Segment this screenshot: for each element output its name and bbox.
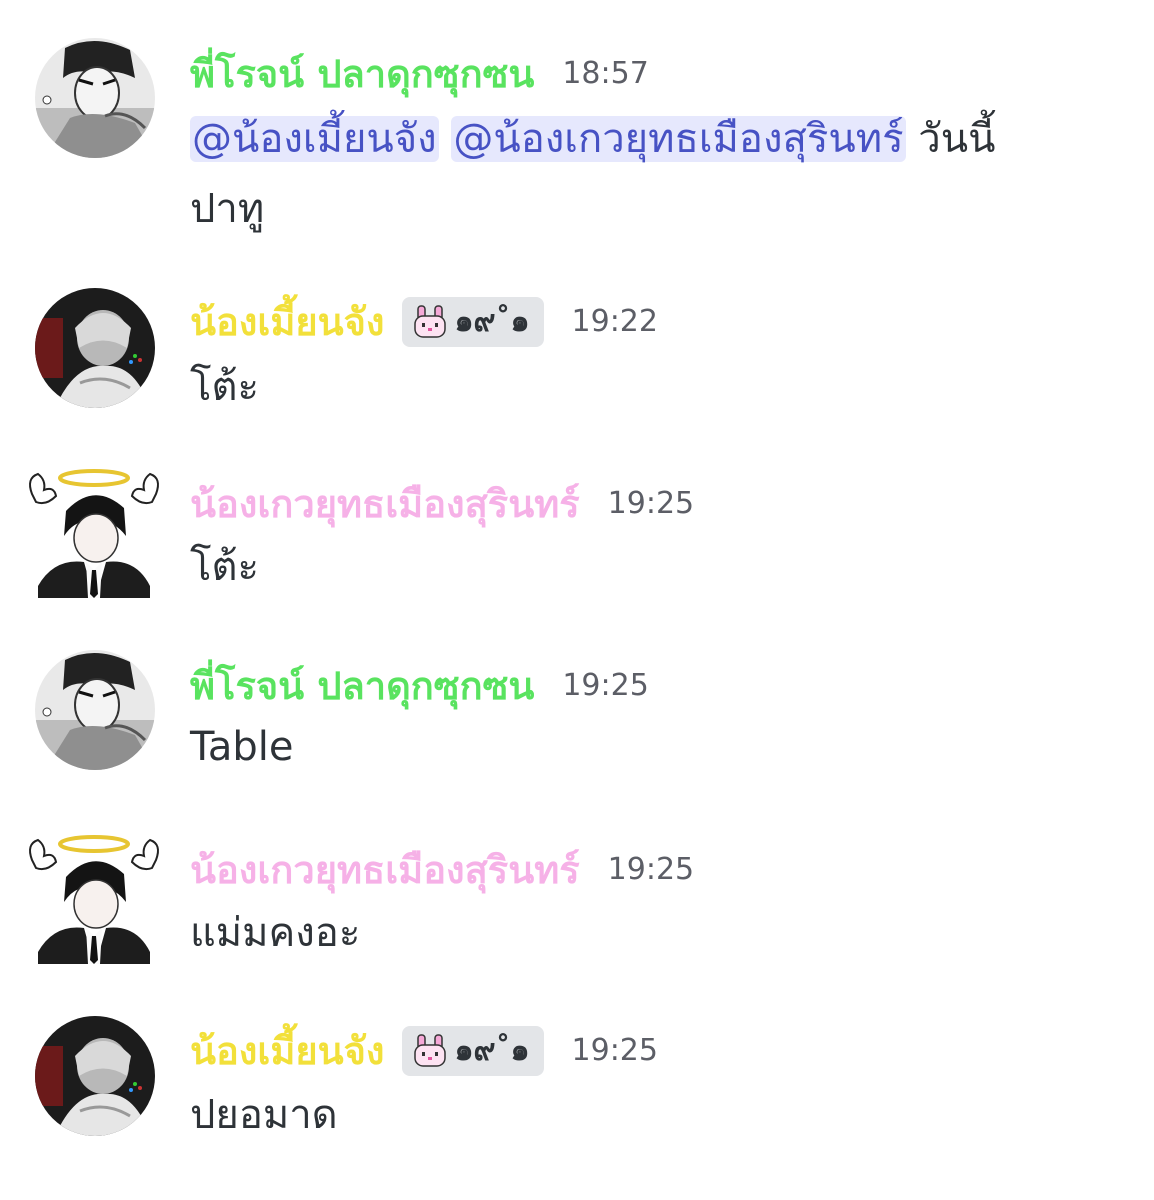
username[interactable]: พี่โรจน์ ปลาดุกซุกซน bbox=[190, 55, 534, 93]
timestamp: 18:57 bbox=[562, 56, 649, 91]
timestamp: 19:25 bbox=[607, 486, 695, 521]
message-text: โต้ะ bbox=[190, 364, 259, 410]
message-text: โต้ะ bbox=[190, 544, 259, 590]
user-avatar[interactable] bbox=[35, 288, 155, 408]
badge-label: ๑๙˚๑ bbox=[454, 304, 530, 339]
message-text: วันนี้ bbox=[918, 116, 996, 162]
message-header: พี่โรจน์ ปลาดุกซุกซน 18:57 bbox=[190, 44, 649, 104]
user-avatar[interactable] bbox=[24, 466, 164, 598]
role-badge[interactable]: ๑๙˚๑ bbox=[402, 297, 544, 347]
user-avatar[interactable] bbox=[35, 38, 155, 158]
bunny-icon bbox=[412, 304, 448, 340]
message-header: น้องเมี้ยนจัง ๑๙˚๑ 19:22 bbox=[190, 292, 658, 352]
username[interactable]: น้องเมี้ยนจัง bbox=[190, 1032, 384, 1070]
user-avatar[interactable] bbox=[35, 1016, 155, 1136]
user-avatar[interactable] bbox=[35, 650, 155, 770]
message-text: Table bbox=[190, 724, 294, 770]
username[interactable]: น้องเมี้ยนจัง bbox=[190, 303, 384, 341]
username[interactable]: น้องเกวยุทธเมืองสุรินทร์ bbox=[190, 851, 580, 889]
message-header: พี่โรจน์ ปลาดุกซุกซน 19:25 bbox=[190, 656, 649, 716]
timestamp: 19:25 bbox=[562, 668, 649, 703]
user-mention[interactable]: @น้องเมี้ยนจัง bbox=[190, 116, 439, 162]
message-text-line: ปาทู bbox=[190, 186, 265, 232]
user-avatar[interactable] bbox=[24, 832, 164, 964]
bunny-icon bbox=[412, 1033, 448, 1069]
message-text: ปยอมาด bbox=[190, 1092, 338, 1138]
badge-label: ๑๙˚๑ bbox=[454, 1033, 530, 1068]
message-header: น้องเมี้ยนจัง ๑๙˚๑ 19:25 bbox=[190, 1021, 658, 1081]
message-content: @น้องเมี้ยนจัง @น้องเกวยุทธเมืองสุรินทร์… bbox=[190, 104, 995, 174]
role-badge[interactable]: ๑๙˚๑ bbox=[402, 1026, 544, 1076]
timestamp: 19:25 bbox=[571, 1033, 658, 1068]
message-text: แม่มคงอะ bbox=[190, 910, 361, 956]
timestamp: 19:25 bbox=[607, 852, 695, 887]
message-header: น้องเกวยุทธเมืองสุรินทร์ 19:25 bbox=[190, 474, 694, 534]
timestamp: 19:22 bbox=[571, 304, 658, 339]
username[interactable]: น้องเกวยุทธเมืองสุรินทร์ bbox=[190, 485, 580, 523]
message-header: น้องเกวยุทธเมืองสุรินทร์ 19:25 bbox=[190, 840, 694, 900]
user-mention[interactable]: @น้องเกวยุทธเมืองสุรินทร์ bbox=[451, 116, 906, 162]
username[interactable]: พี่โรจน์ ปลาดุกซุกซน bbox=[190, 667, 534, 705]
